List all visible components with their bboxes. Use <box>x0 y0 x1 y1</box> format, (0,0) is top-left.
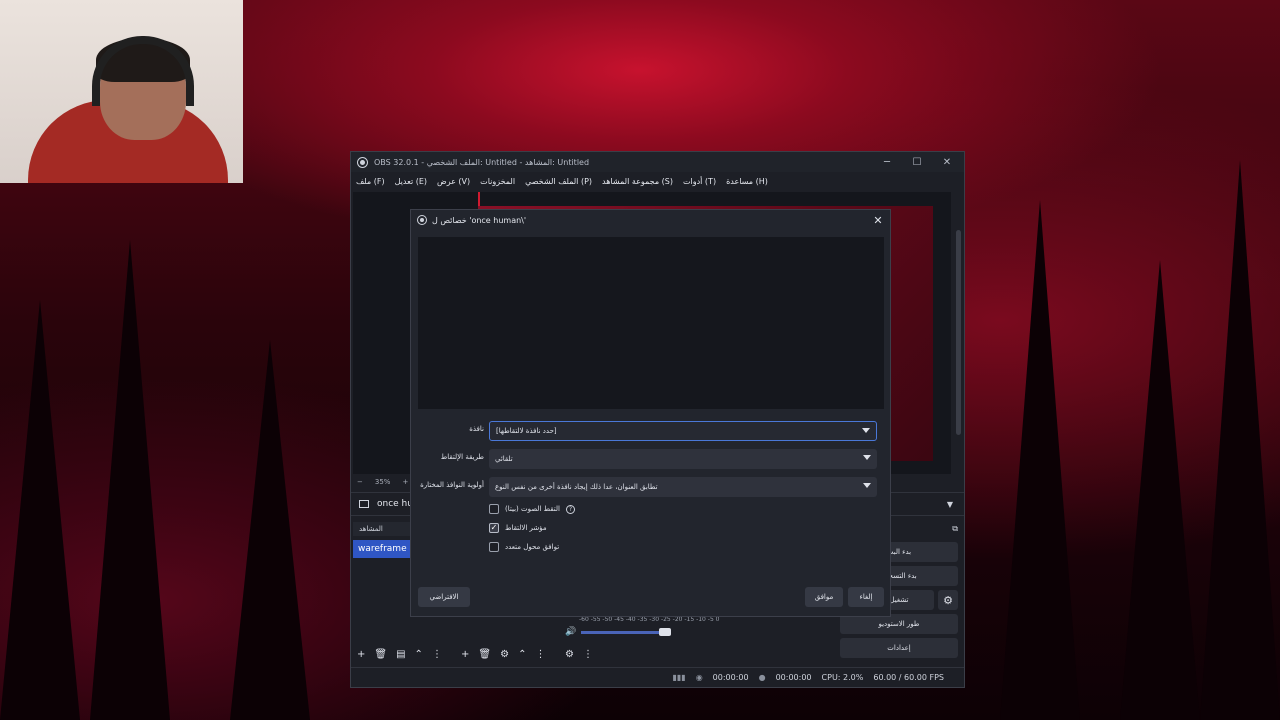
volume-slider[interactable] <box>581 631 663 634</box>
tree-silhouette <box>1000 200 1080 720</box>
filter-icon[interactable]: ▤ <box>396 649 405 660</box>
menu-tools[interactable]: أدوات (T) <box>683 177 716 186</box>
cpu-usage: CPU: 2.0% <box>821 673 864 682</box>
capture-method-value: تلقائي <box>495 455 513 463</box>
menu-profile[interactable]: الملف الشخصي (P) <box>525 177 592 186</box>
settings-button[interactable]: إعدادات <box>840 638 958 658</box>
close-button[interactable]: ✕ <box>932 152 962 172</box>
window-priority-label: أولوية النوافذ المختارة <box>420 481 484 489</box>
volume-handle[interactable] <box>659 628 671 636</box>
menu-view[interactable]: عرض (V) <box>437 177 470 186</box>
menu-docks[interactable]: المخزونات <box>480 177 515 186</box>
multi-adapter-label: توافق محول متعدد <box>505 543 560 551</box>
scenes-toolbar: + 🗑 ▤ ⌃ ⋮ <box>357 646 442 662</box>
defaults-button[interactable]: الافتراضي <box>418 587 470 607</box>
zoom-out-button[interactable]: − <box>357 478 363 486</box>
capture-audio-option[interactable]: التقط الصوت (بيتا) ? <box>489 502 575 516</box>
trash-icon[interactable]: 🗑 <box>478 649 491 660</box>
more-icon[interactable]: ⋮ <box>583 649 593 660</box>
tree-silhouette <box>230 340 310 720</box>
dialog-title: خصائص ل 'once human\' <box>432 215 527 225</box>
fps-readout: 60.00 / 60.00 FPS <box>873 673 944 682</box>
meter-ticks: -60 -55 -50 -45 -40 -35 -30 -25 -20 -15 … <box>579 616 720 623</box>
mixer-toolbar: ⚙ ⋮ <box>565 646 593 662</box>
cancel-button[interactable]: إلغاء <box>848 587 884 607</box>
minimize-button[interactable]: ─ <box>872 152 902 172</box>
sources-toolbar: + 🗑 ⚙ ⌃ ⋮ <box>461 646 545 662</box>
capture-audio-label: التقط الصوت (بيتا) <box>505 505 560 513</box>
tree-silhouette <box>0 300 80 720</box>
more-icon[interactable]: ⋮ <box>432 649 442 660</box>
multi-adapter-checkbox[interactable] <box>489 542 499 552</box>
zoom-controls: − 35% + <box>357 476 408 488</box>
webcam-feed <box>0 0 243 183</box>
menu-help[interactable]: مساعدة (H) <box>726 177 768 186</box>
obs-logo-icon <box>417 215 427 225</box>
dock-float-icon[interactable]: ⧉ <box>952 524 958 534</box>
stream-time: 00:00:00 <box>712 673 749 682</box>
chevron-down-icon <box>863 483 871 488</box>
record-icon: ● <box>758 673 766 682</box>
chevron-down-icon[interactable]: ▼ <box>940 495 960 513</box>
window-priority-value: تطابق العنوان، عدا ذلك إيجاد نافذة أخرى … <box>495 483 658 491</box>
gear-icon[interactable]: ⚙ <box>938 590 958 610</box>
dialog-titlebar[interactable]: خصائص ل 'once human\' <box>411 210 890 230</box>
window-title: OBS 32.0.1 - الملف الشخصي: Untitled - ال… <box>374 157 590 167</box>
chevron-down-icon <box>863 455 871 460</box>
properties-dialog: خصائص ل 'once human\' ✕ نافذة [حدد نافذة… <box>410 209 891 617</box>
menu-bar: ملف (F) تعديل (E) عرض (V) المخزونات المل… <box>351 172 964 190</box>
capture-cursor-option[interactable]: ✓ مؤشر الالتقاط <box>489 521 547 535</box>
window-priority-select[interactable]: تطابق العنوان، عدا ذلك إيجاد نافذة أخرى … <box>489 477 877 497</box>
add-icon[interactable]: + <box>461 649 469 660</box>
close-icon[interactable]: ✕ <box>870 212 886 228</box>
window-select-value: [حدد نافذة لالتقاطها] <box>496 427 557 435</box>
capture-method-select[interactable]: تلقائي <box>489 449 877 469</box>
move-up-icon[interactable]: ⌃ <box>415 649 423 660</box>
capture-cursor-checkbox[interactable]: ✓ <box>489 523 499 533</box>
capture-audio-checkbox[interactable] <box>489 504 499 514</box>
preview-scrollbar[interactable] <box>956 230 961 435</box>
studio-mode-button[interactable]: طور الاستوديو <box>840 614 958 634</box>
capture-cursor-label: مؤشر الالتقاط <box>505 524 547 532</box>
help-icon[interactable]: ? <box>565 504 575 514</box>
capture-method-label: طريقة الإلتقاط <box>440 453 484 461</box>
status-bar: ▮▮▮ ◉ 00:00:00 ● 00:00:00 CPU: 2.0% 60.0… <box>351 667 964 687</box>
multi-adapter-option[interactable]: توافق محول متعدد <box>489 540 559 554</box>
preview-marker <box>478 192 480 206</box>
stream-icon: ◉ <box>695 673 703 682</box>
menu-scene-collection[interactable]: مجموعة المشاهد (S) <box>602 177 673 186</box>
ok-button[interactable]: موافق <box>805 587 843 607</box>
window-select[interactable]: [حدد نافذة لالتقاطها] <box>489 421 877 441</box>
signal-icon: ▮▮▮ <box>672 673 686 682</box>
zoom-in-button[interactable]: + <box>402 478 408 486</box>
trash-icon[interactable]: 🗑 <box>374 649 387 660</box>
tree-silhouette <box>90 240 170 720</box>
zoom-value: 35% <box>374 478 391 486</box>
chevron-down-icon <box>862 428 870 433</box>
obs-logo-icon <box>357 156 368 168</box>
menu-edit[interactable]: تعديل (E) <box>395 177 427 186</box>
more-icon[interactable]: ⋮ <box>535 649 545 660</box>
mixer-settings-icon[interactable]: ⚙ <box>565 649 574 660</box>
record-time: 00:00:00 <box>775 673 812 682</box>
maximize-button[interactable]: ☐ <box>902 152 932 172</box>
selected-source-name: once hu <box>377 499 413 509</box>
add-icon[interactable]: + <box>357 649 365 660</box>
window-label: نافذة <box>469 425 484 433</box>
source-preview <box>418 237 884 409</box>
window-capture-icon <box>359 500 369 508</box>
move-up-icon[interactable]: ⌃ <box>518 649 526 660</box>
speaker-icon[interactable]: 🔊 <box>565 627 576 637</box>
tree-silhouette <box>1120 260 1200 720</box>
tree-silhouette <box>1200 160 1280 720</box>
menu-file[interactable]: ملف (F) <box>356 177 385 186</box>
gear-icon[interactable]: ⚙ <box>500 649 509 660</box>
